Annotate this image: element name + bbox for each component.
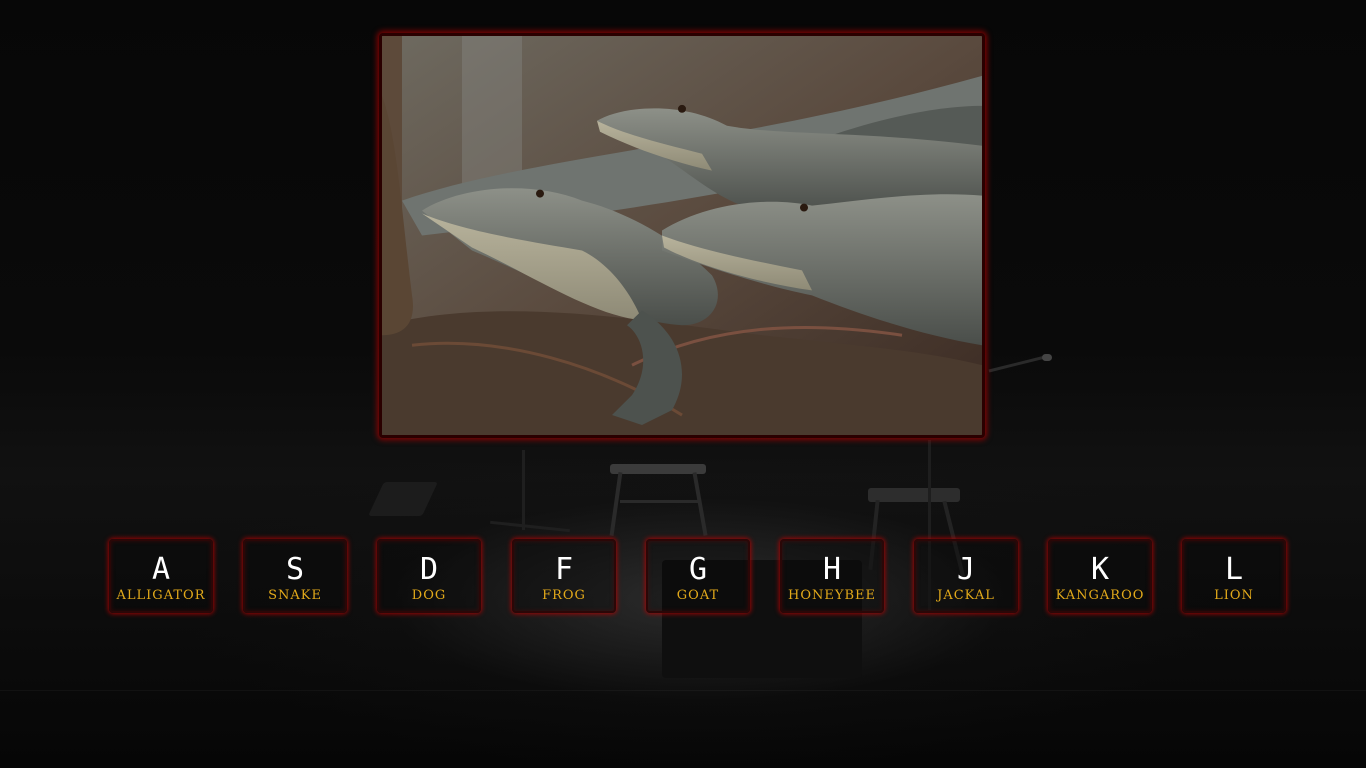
key-word: FROG [542,588,586,603]
key-letter: F [554,552,574,587]
key-h[interactable]: H HONEYBEE [780,539,884,613]
key-letter: J [956,552,976,587]
animal-key-row: A ALLIGATOR S SNAKE D DOG F FROG G GOAT … [109,539,1287,614]
key-letter: K [1090,552,1110,587]
key-letter: H [822,552,842,587]
mic-boom [988,354,1050,373]
stage-background: A ALLIGATOR S SNAKE D DOG F FROG G GOAT … [0,0,1366,768]
key-l[interactable]: L LION [1182,539,1286,613]
key-a[interactable]: A ALLIGATOR [109,539,213,613]
key-word: SNAKE [268,588,322,603]
key-letter: S [285,552,305,587]
key-g[interactable]: G GOAT [646,539,750,613]
key-word: HONEYBEE [788,588,876,603]
key-k[interactable]: K KANGAROO [1048,539,1152,613]
speaker-stand-base [490,520,570,533]
stage-monitor-speaker [368,482,438,516]
stool-bar [620,500,698,503]
key-word: KANGAROO [1055,588,1145,603]
stage-floor [0,690,1366,691]
key-s[interactable]: S SNAKE [243,539,347,613]
key-word: ALLIGATOR [116,588,206,603]
key-word: DOG [411,588,447,603]
microphone-icon [1042,354,1052,361]
key-letter: A [151,552,171,587]
alligator-picture [382,36,982,435]
animal-photo [379,33,985,438]
key-word: GOAT [676,588,720,603]
key-d[interactable]: D DOG [377,539,481,613]
key-letter: L [1224,552,1244,587]
key-word: JACKAL [937,588,995,603]
key-letter: D [419,552,439,587]
key-j[interactable]: J JACKAL [914,539,1018,613]
key-f[interactable]: F FROG [512,539,616,613]
key-word: LION [1214,588,1254,603]
key-letter: G [688,552,708,587]
stool-leg [609,472,623,536]
speaker-stand [522,450,525,530]
stool-leg [692,472,708,536]
